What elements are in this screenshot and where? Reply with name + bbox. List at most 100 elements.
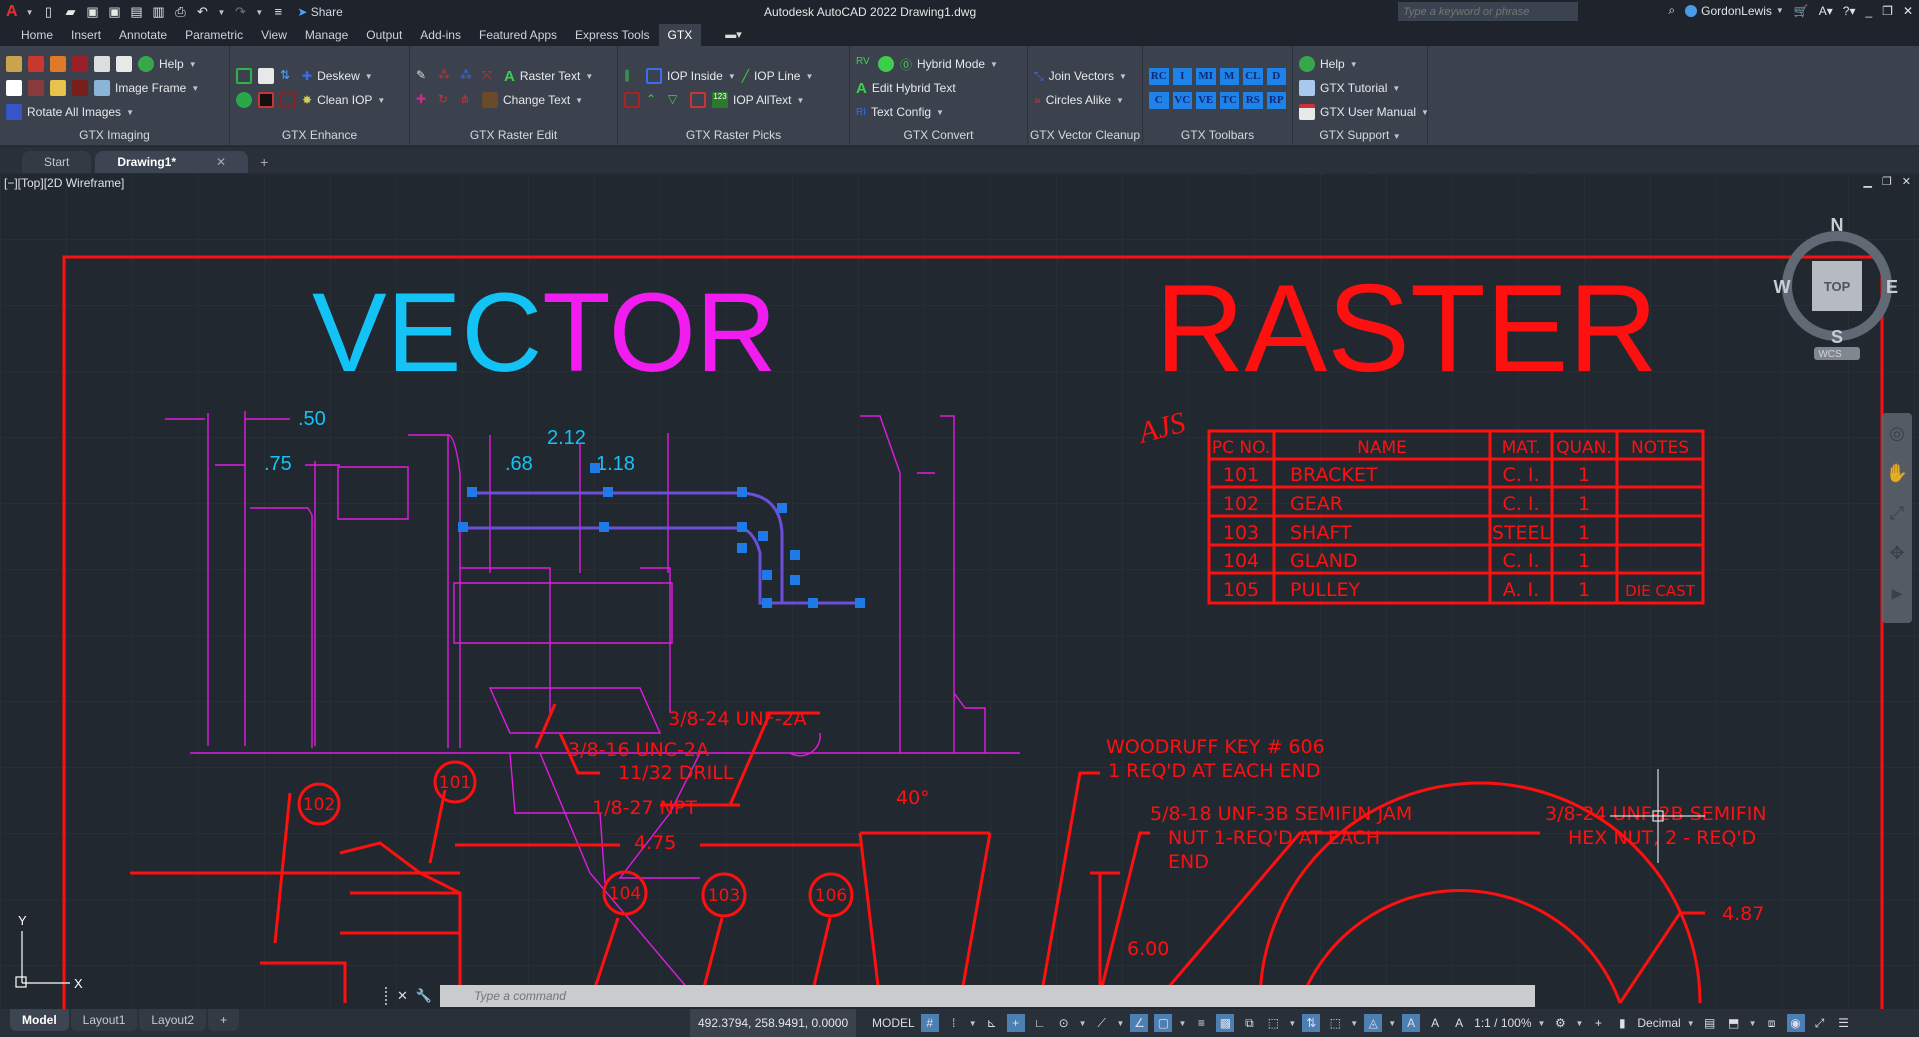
despeckle-icon[interactable] bbox=[280, 92, 296, 108]
layout-tab-model[interactable]: Model bbox=[10, 1009, 69, 1031]
clean-screen-icon[interactable]: ⤢ bbox=[1811, 1014, 1829, 1032]
drawing-canvas[interactable]: VECTOR RASTER AJS .50 .75 2.12 .68 1.18 bbox=[0, 173, 1919, 1009]
tab-view[interactable]: View bbox=[252, 24, 296, 46]
help-button[interactable]: Help ▼ bbox=[138, 56, 197, 72]
ortho-mode-icon[interactable]: ∟ bbox=[1031, 1014, 1049, 1032]
toolbar-ve-button[interactable]: VE bbox=[1196, 91, 1216, 109]
raster-erase-icon[interactable]: ⤧ bbox=[482, 68, 498, 84]
selection-cycling-icon[interactable]: ⧉ bbox=[1240, 1014, 1258, 1032]
tab-add-ins[interactable]: Add-ins bbox=[411, 24, 470, 46]
minimize-button[interactable]: _ bbox=[1865, 4, 1872, 18]
text-config-button[interactable]: RI Text Config ▼ bbox=[856, 105, 944, 119]
save-web-icon[interactable]: ▥ bbox=[151, 5, 165, 19]
pick-lines-icon[interactable]: ∥ bbox=[624, 68, 640, 84]
raster-copy-icon[interactable]: ⁂ bbox=[438, 68, 454, 84]
image-frame-button[interactable]: Image Frame ▼ bbox=[94, 80, 199, 96]
redo-icon[interactable]: ↷ bbox=[233, 5, 247, 19]
gizmo-icon[interactable]: ◬ bbox=[1364, 1014, 1383, 1032]
restore-button[interactable]: ❐ bbox=[1882, 4, 1893, 18]
pick-circle-icon[interactable]: ▽ bbox=[668, 92, 684, 108]
orbit-icon[interactable]: ✥ bbox=[1882, 533, 1912, 573]
gtx-user-manual-button[interactable]: GTX User Manual ▼ bbox=[1299, 104, 1429, 120]
tab-insert[interactable]: Insert bbox=[62, 24, 110, 46]
select-area-icon[interactable] bbox=[258, 68, 274, 84]
pick-arc-icon[interactable]: ⌃ bbox=[646, 92, 662, 108]
viewcube[interactable]: N S E W TOP WCS bbox=[1772, 211, 1912, 361]
share-button[interactable]: ➤ Share bbox=[297, 5, 342, 19]
search-icon[interactable]: ⌕ bbox=[1668, 3, 1675, 18]
model-space-button[interactable]: MODEL bbox=[872, 1016, 915, 1030]
edit-hybrid-text-button[interactable]: A Edit Hybrid Text bbox=[856, 80, 956, 97]
image-insert-icon[interactable] bbox=[28, 56, 44, 72]
cart-icon[interactable]: 🛒 bbox=[1794, 4, 1809, 18]
image-lightbulb-icon[interactable] bbox=[50, 80, 66, 96]
toolbar-tc-button[interactable]: TC bbox=[1219, 91, 1239, 109]
raster-mirror-icon[interactable]: ⋔ bbox=[460, 92, 476, 108]
invert-icon[interactable] bbox=[236, 92, 252, 108]
showmotion-icon[interactable]: ▶ bbox=[1882, 573, 1912, 613]
steering-wheel-icon[interactable]: ◎ bbox=[1882, 413, 1912, 453]
command-line-grip[interactable] bbox=[385, 987, 391, 1005]
toolbar-d-button[interactable]: D bbox=[1266, 67, 1286, 85]
command-customize-icon[interactable]: 🔧 bbox=[416, 988, 432, 1004]
save-image-icon[interactable] bbox=[116, 56, 132, 72]
drawing-viewport[interactable]: [−][Top][2D Wireframe] ▁ ❐ ✕ VECTOR RASTER… bbox=[0, 173, 1919, 1009]
dynamic-input-icon[interactable]: + bbox=[1006, 1014, 1025, 1032]
gtx-save-icon[interactable] bbox=[94, 56, 110, 72]
image-manager-icon[interactable] bbox=[72, 56, 88, 72]
raster-rotate-icon[interactable]: ↻ bbox=[438, 92, 454, 108]
iop-line-button[interactable]: ╱ IOP Line ▼ bbox=[742, 69, 814, 83]
iop-inside-button[interactable]: IOP Inside ▼ bbox=[646, 68, 736, 84]
raster-pen-icon[interactable]: ✎ bbox=[416, 68, 432, 84]
panel-title[interactable]: GTX Support ▼ bbox=[1293, 125, 1427, 145]
tab-start[interactable]: Start bbox=[22, 151, 92, 173]
viewport-controls-label[interactable]: [−][Top][2D Wireframe] bbox=[4, 176, 124, 190]
3d-object-snap-icon[interactable]: ⬚ bbox=[1264, 1014, 1282, 1032]
transparency-icon[interactable]: ▩ bbox=[1216, 1014, 1235, 1032]
image-info-icon[interactable] bbox=[72, 80, 88, 96]
change-text-button[interactable]: Change Text ▼ bbox=[482, 92, 583, 108]
tab-drawing1[interactable]: Drawing1* ✕ bbox=[95, 151, 249, 173]
toolbar-mi-button[interactable]: MI bbox=[1196, 67, 1216, 85]
command-input[interactable] bbox=[440, 985, 1535, 1007]
zoom-extents-icon[interactable]: ⤢ bbox=[1882, 493, 1912, 533]
undo-icon[interactable]: ↶ bbox=[195, 5, 209, 19]
rv-convert-icon[interactable]: RV bbox=[856, 56, 872, 72]
selection-filter-icon[interactable]: ⬚ bbox=[1326, 1014, 1344, 1032]
units-value[interactable]: Decimal bbox=[1637, 1016, 1680, 1030]
tab-home[interactable]: Home bbox=[12, 24, 62, 46]
rotate-all-images-button[interactable]: Rotate All Images ▼ bbox=[6, 104, 134, 120]
toolbar-i-button[interactable]: I bbox=[1172, 67, 1192, 85]
tab-output[interactable]: Output bbox=[357, 24, 411, 46]
dynamic-ucs-icon[interactable]: ⇅ bbox=[1302, 1014, 1321, 1032]
hybrid-mode-button[interactable]: ⓪ Hybrid Mode ▼ bbox=[900, 56, 998, 73]
close-tab-icon[interactable]: ✕ bbox=[216, 151, 226, 173]
toolbar-rs-button[interactable]: RS bbox=[1243, 91, 1263, 109]
raster-move-icon[interactable]: ⁂ bbox=[460, 68, 476, 84]
tab-gtx[interactable]: GTX bbox=[658, 24, 702, 46]
add-layout-button[interactable]: + bbox=[208, 1009, 240, 1031]
infer-constraints-icon[interactable]: ⊾ bbox=[983, 1014, 1001, 1032]
gtx-load-icon[interactable] bbox=[6, 56, 22, 72]
snap-mode-icon[interactable]: ⁞ bbox=[945, 1014, 963, 1032]
ribbon-display-toggle[interactable]: ▬▾ bbox=[725, 28, 751, 42]
autodesk-a360-icon[interactable]: A▾ bbox=[1819, 4, 1833, 18]
annotation-monitor-icon[interactable]: + bbox=[1589, 1014, 1607, 1032]
layout-tab-layout1[interactable]: Layout1 bbox=[70, 1009, 138, 1031]
clean-iop-button[interactable]: ✸ Clean IOP ▼ bbox=[302, 93, 385, 107]
polar-tracking-icon[interactable]: ⊙ bbox=[1055, 1014, 1073, 1032]
plot-icon[interactable]: ⎙ bbox=[173, 5, 187, 19]
lock-ui-icon[interactable]: ⬒ bbox=[1725, 1014, 1743, 1032]
flip-icon[interactable]: ⇅ bbox=[280, 68, 296, 84]
pdf-icon[interactable] bbox=[50, 56, 66, 72]
autocad-logo-icon[interactable]: A bbox=[6, 3, 18, 21]
quick-properties-icon[interactable]: ▤ bbox=[1701, 1014, 1719, 1032]
new-image-icon[interactable] bbox=[6, 80, 22, 96]
pick-box-icon[interactable] bbox=[690, 92, 706, 108]
crop-icon[interactable] bbox=[236, 68, 252, 84]
help-search-input[interactable] bbox=[1398, 2, 1578, 21]
workspace-switching-icon[interactable]: ⚙ bbox=[1551, 1014, 1569, 1032]
save-icon[interactable]: ▣ bbox=[85, 5, 99, 19]
deskew-button[interactable]: ✚ Deskew ▼ bbox=[302, 69, 373, 83]
tab-annotate[interactable]: Annotate bbox=[110, 24, 176, 46]
